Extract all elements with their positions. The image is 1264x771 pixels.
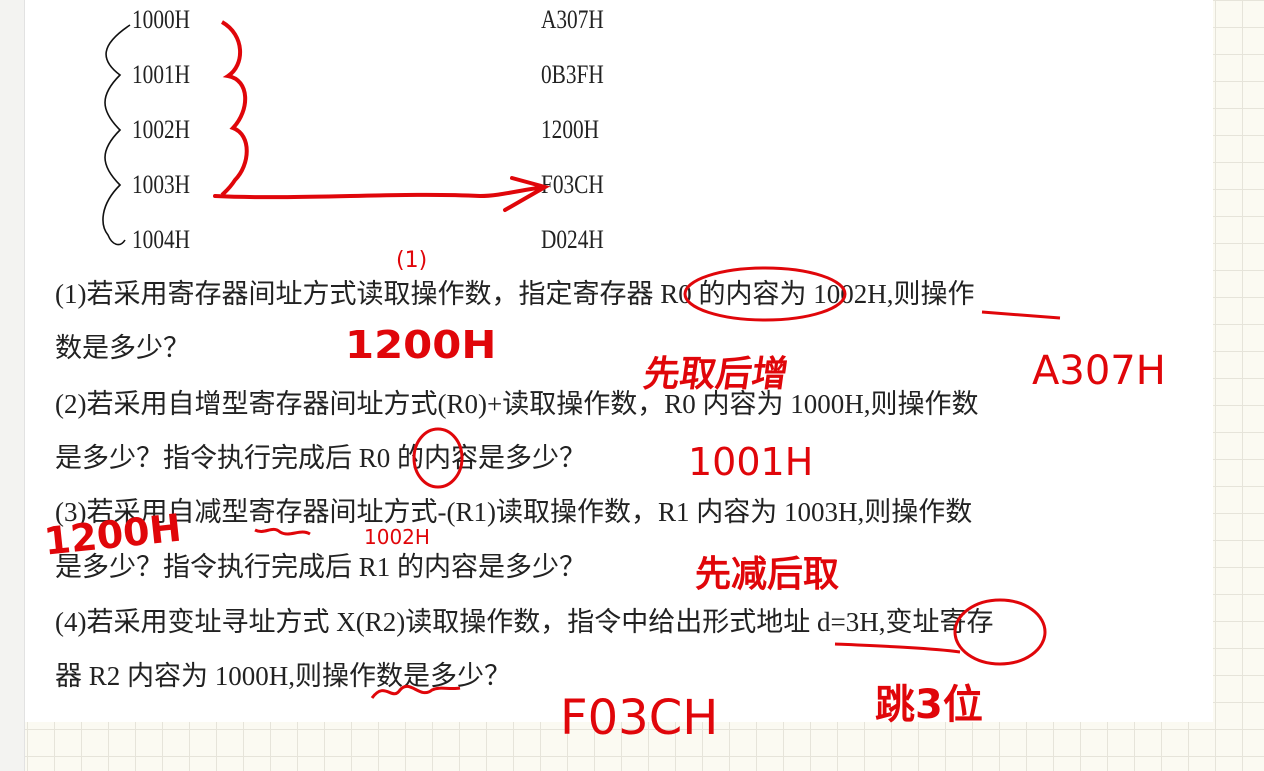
underline-1002h (981, 310, 1061, 320)
handwritten-answer-3b: 1002H (364, 525, 430, 549)
handwritten-answer-1: 1200H (345, 323, 497, 367)
arrow-icon (213, 176, 551, 212)
underline-address (834, 642, 961, 654)
squiggle-operand (370, 684, 461, 699)
circle-register-r0 (683, 266, 847, 322)
handwritten-note-2: 先取后增 (640, 354, 791, 395)
handwritten-label-1: (1) (396, 248, 428, 273)
handwritten-answer-2: A307H (1032, 348, 1166, 394)
red-brace-stroke (220, 20, 249, 197)
circle-r0 (412, 427, 464, 489)
handwritten-note-4: 跳3位 (875, 682, 983, 728)
circle-d3h (953, 598, 1047, 666)
handwritten-answer-4: F03CH (560, 690, 719, 746)
squiggle-r1 (254, 527, 311, 536)
handwritten-answer-2b: 1001H (688, 440, 814, 484)
handwritten-note-3: 先减后取 (695, 554, 840, 595)
black-brace-stroke (102, 24, 131, 246)
